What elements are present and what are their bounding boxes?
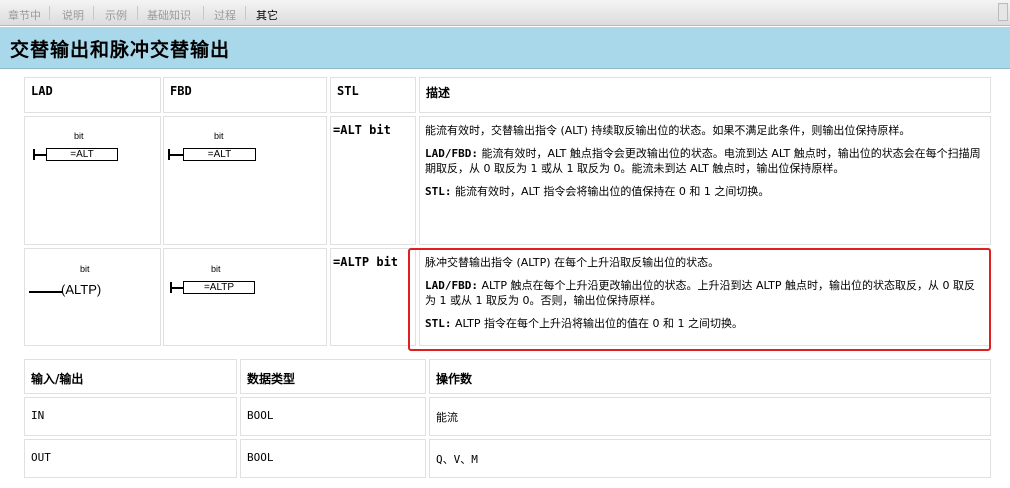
io-header-type: 数据类型 [240,359,426,394]
fbd-bit-label: bit [214,131,224,141]
tab-procedure[interactable]: 过程 [214,7,236,23]
tab-bar: 章节中 说明 示例 基础知识 过程 其它 [0,0,1010,26]
fbd-altp-box: =ALTP [183,281,255,294]
io-cell-in-operand: 能流 [429,397,991,436]
title-bar: 交替输出和脉冲交替输出 [0,27,1010,69]
desc-label: LAD/FBD: [425,147,478,160]
desc-alt-summary: 能流有效时，交替输出指令 (ALT) 持续取反输出位的状态。如果不满足此条件，则… [425,124,911,137]
lad-wire [29,291,63,293]
header-stl: STL [330,77,416,113]
io-cell-in-type: BOOL [240,397,426,436]
desc-altp-stl: STL: ALTP 指令在每个上升沿将输出位的值在 0 和 1 之间切换。 [425,316,984,331]
desc-altp-summary: 脉冲交替输出指令 (ALTP) 在每个上升沿取反输出位的状态。 [425,256,720,269]
io-cell-out-operand: Q、V、M [429,439,991,478]
tab-example[interactable]: 示例 [105,7,127,23]
tab-separator [245,6,246,20]
desc-alt-ladfbd: LAD/FBD: 能流有效时，ALT 触点指令会更改输出位的状态。电流到达 AL… [425,146,984,176]
desc-label: LAD/FBD: [425,279,478,292]
io-cell-out: OUT [24,439,237,478]
desc-altp-ladfbd: LAD/FBD: ALTP 触点在每个上升沿更改输出位的状态。上升沿到达 ALT… [425,278,984,308]
fbd-cell-altp: bit =ALTP [163,248,327,346]
header-lad: LAD [24,77,161,113]
desc-text: 能流有效时，ALT 指令会将输出位的值保持在 0 和 1 之间切换。 [455,185,770,198]
io-cell-in: IN [24,397,237,436]
description-alt: 能流有效时，交替输出指令 (ALT) 持续取反输出位的状态。如果不满足此条件，则… [419,116,991,245]
desc-text: ALTP 指令在每个上升沿将输出位的值在 0 和 1 之间切换。 [455,317,743,330]
stl-altp: =ALTP bit [330,248,416,346]
lad-cell-alt: bit =ALT [24,116,161,245]
fbd-cell-alt: bit =ALT [163,116,327,245]
io-header-io: 输入/输出 [24,359,237,394]
lad-bit-label: bit [74,131,84,141]
desc-alt-stl: STL: 能流有效时，ALT 指令会将输出位的值保持在 0 和 1 之间切换。 [425,184,984,199]
io-header-operand: 操作数 [429,359,991,394]
tab-separator [137,6,138,20]
desc-text: ALTP 触点在每个上升沿更改输出位的状态。上升沿到达 ALTP 触点时，输出位… [425,279,975,307]
scroll-button[interactable] [998,3,1008,21]
coil-label: ALTP [65,282,97,297]
fbd-wire [170,154,184,156]
desc-label: STL: [425,185,452,198]
page-title: 交替输出和脉冲交替输出 [10,39,231,61]
lad-alt-box: =ALT [46,148,118,161]
tab-separator [93,6,94,20]
desc-label: STL: [425,317,452,330]
header-description: 描述 [419,77,991,113]
description-altp: 脉冲交替输出指令 (ALTP) 在每个上升沿取反输出位的状态。 LAD/FBD:… [419,248,991,346]
tab-separator [49,6,50,20]
fbd-alt-box: =ALT [183,148,256,161]
header-fbd: FBD [163,77,327,113]
tab-chapter[interactable]: 章节中 [8,7,41,23]
desc-text: 能流有效时，ALT 触点指令会更改输出位的状态。电流到达 ALT 触点时，输出位… [425,147,981,175]
lad-bit-label: bit [80,264,90,274]
tab-separator [203,6,204,20]
tab-description[interactable]: 说明 [62,7,84,23]
tab-basics[interactable]: 基础知识 [147,7,191,23]
stl-alt: =ALT bit [330,116,416,245]
tab-other[interactable]: 其它 [256,7,278,23]
io-cell-out-type: BOOL [240,439,426,478]
lad-altp-coil: (ALTP) [61,282,102,297]
fbd-bit-label: bit [211,264,221,274]
lad-cell-altp: bit (ALTP) [24,248,161,346]
